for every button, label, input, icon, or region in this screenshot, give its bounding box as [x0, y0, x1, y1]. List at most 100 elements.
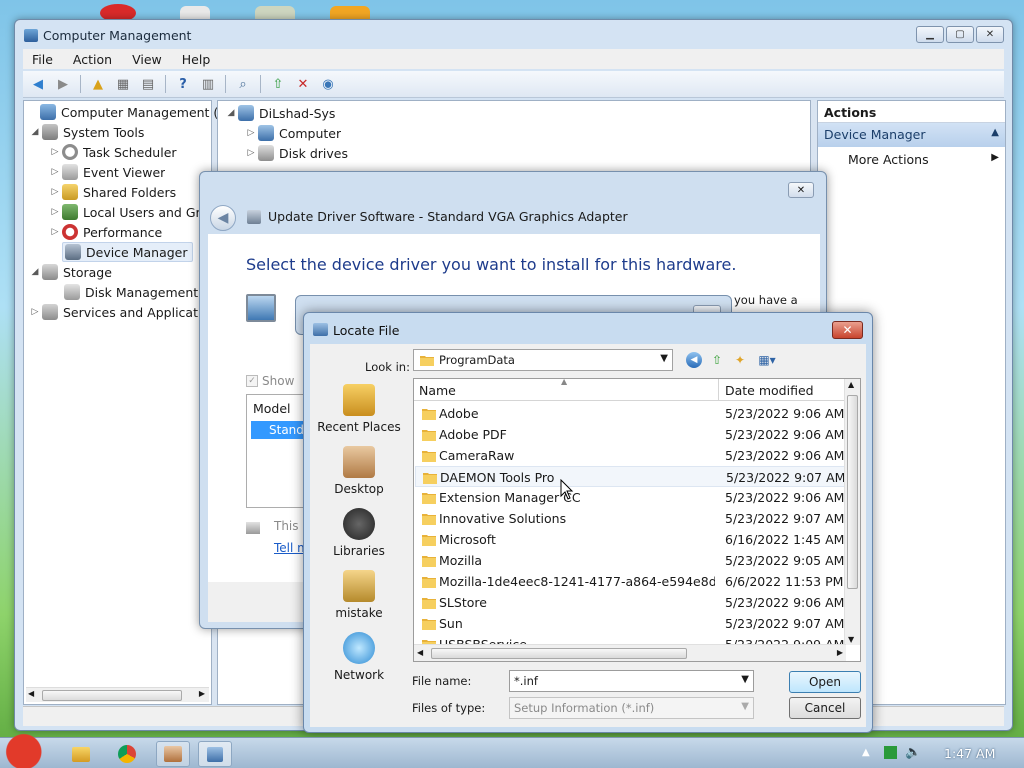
tree-item-task-scheduler[interactable]: ▷ Task Scheduler	[48, 142, 177, 162]
view-menu-icon[interactable]: ▦▾	[754, 351, 780, 369]
scroll-left-icon[interactable]: ◀	[417, 648, 423, 657]
column-header-name[interactable]: Name	[419, 383, 456, 398]
device-category-disk-drives[interactable]: ▷ Disk drives	[244, 143, 348, 163]
show-hidden-icons-icon[interactable]: ▲	[862, 747, 870, 758]
expand-arrow-icon[interactable]: ◢	[28, 127, 42, 137]
scroll-right-icon[interactable]: ▶	[199, 689, 205, 698]
network-status-icon[interactable]	[884, 746, 897, 759]
actions-section-device-manager[interactable]: Device Manager ▲	[818, 123, 1005, 147]
device-category-computer[interactable]: ▷ Computer	[244, 123, 341, 143]
tree-item-storage[interactable]: ◢ Storage	[28, 262, 112, 282]
scroll-left-icon[interactable]: ◀	[28, 689, 34, 698]
place-network[interactable]: Network	[310, 632, 408, 682]
close-button[interactable]: ✕	[832, 321, 863, 339]
up-folder-icon[interactable]: ⇧	[708, 351, 726, 369]
scroll-thumb[interactable]	[847, 395, 858, 589]
menu-help[interactable]: Help	[173, 52, 220, 67]
properties-icon[interactable]: ▤	[137, 73, 159, 95]
tree-item-shared-folders[interactable]: ▷ Shared Folders	[48, 182, 176, 202]
cancel-button[interactable]: Cancel	[789, 697, 861, 719]
tree-item-services[interactable]: ▷ Services and Application	[28, 302, 217, 322]
file-row[interactable]: CameraRaw 5/23/2022 9:06 AM	[415, 445, 845, 466]
more-actions-item[interactable]: More Actions ▶	[818, 147, 1005, 171]
scroll-right-icon[interactable]: ▶	[837, 648, 843, 657]
dropdown-arrow-icon[interactable]: ▼	[660, 353, 668, 364]
back-arrow-icon[interactable]: ◀	[210, 205, 236, 231]
file-list-horizontal-scrollbar[interactable]: ◀ ▶	[414, 644, 846, 661]
collapse-arrow-icon[interactable]: ▷	[48, 167, 62, 177]
file-row[interactable]: Adobe 5/23/2022 9:06 AM	[415, 403, 845, 424]
maximize-button[interactable]: ▢	[946, 26, 974, 43]
file-row[interactable]: Sun 5/23/2022 9:07 AM	[415, 613, 845, 634]
collapse-arrow-icon[interactable]: ▷	[244, 128, 258, 138]
expand-arrow-icon[interactable]: ◢	[224, 108, 238, 118]
tree-item-local-users[interactable]: ▷ Local Users and Gro	[48, 202, 208, 222]
collapse-arrow-icon[interactable]: ▷	[28, 307, 42, 317]
tree-item-system-tools[interactable]: ◢ System Tools	[28, 122, 144, 142]
help-icon[interactable]: ?	[172, 73, 194, 95]
scroll-thumb[interactable]	[431, 648, 687, 659]
uninstall-icon[interactable]: ✕	[292, 73, 314, 95]
back-icon[interactable]: ◀	[685, 351, 703, 369]
column-divider[interactable]	[718, 379, 719, 401]
file-row[interactable]: Adobe PDF 5/23/2022 9:06 AM	[415, 424, 845, 445]
title-bar[interactable]: Computer Management ▁ ▢ ✕	[15, 20, 1012, 48]
taskbar-computer-management-icon[interactable]	[198, 741, 232, 767]
file-row[interactable]: Mozilla-1de4eec8-1241-4177-a864-e594e8d1…	[415, 571, 845, 592]
model-item-selected[interactable]: Stand	[251, 421, 305, 439]
look-in-combobox[interactable]: ProgramData ▼	[413, 349, 673, 371]
expand-arrow-icon[interactable]: ◢	[28, 267, 42, 277]
scan-hardware-icon[interactable]: ⌕	[232, 73, 254, 95]
show-hide-tree-icon[interactable]: ▦	[112, 73, 134, 95]
up-folder-icon[interactable]: ▲	[87, 73, 109, 95]
menu-file[interactable]: File	[23, 52, 62, 67]
menu-view[interactable]: View	[123, 52, 171, 67]
taskbar-clock[interactable]: 1:47 AM	[944, 746, 995, 761]
file-row[interactable]: Extension Manager CC 5/23/2022 9:06 AM	[415, 487, 845, 508]
close-button[interactable]: ✕	[976, 26, 1004, 43]
place-desktop[interactable]: Desktop	[310, 446, 408, 496]
tree-horizontal-scrollbar[interactable]: ◀ ▶	[26, 687, 209, 702]
scroll-down-icon[interactable]: ▼	[848, 635, 854, 644]
file-row[interactable]: Innovative Solutions 5/23/2022 9:07 AM	[415, 508, 845, 529]
taskbar-chrome-icon[interactable]	[110, 741, 144, 767]
update-driver-icon[interactable]: ⇧	[267, 73, 289, 95]
tree-item-performance[interactable]: ▷ Performance	[48, 222, 162, 242]
back-arrow-icon[interactable]: ◀	[27, 73, 49, 95]
show-compatible-checkbox[interactable]: ✓	[246, 375, 258, 387]
file-name-input[interactable]: *.inf ▼	[509, 670, 754, 692]
column-header-date-modified[interactable]: Date modified	[725, 383, 814, 398]
file-row[interactable]: DAEMON Tools Pro 5/23/2022 9:07 AM	[415, 466, 845, 487]
file-type-combobox[interactable]: Setup Information (*.inf) ▼	[509, 697, 754, 719]
collapse-arrow-icon[interactable]: ▷	[48, 227, 62, 237]
tree-item-disk-management[interactable]: Disk Management	[62, 282, 198, 302]
model-list[interactable]: Model Stand	[246, 394, 306, 508]
collapse-arrow-icon[interactable]: ▷	[48, 207, 62, 217]
place-recent-places[interactable]: Recent Places	[310, 384, 408, 434]
collapse-up-icon[interactable]: ▲	[991, 127, 999, 138]
collapse-arrow-icon[interactable]: ▷	[244, 148, 258, 158]
scroll-up-icon[interactable]: ▲	[848, 380, 854, 389]
device-tree-root[interactable]: ◢ DiLshad-Sys	[224, 103, 335, 123]
collapse-arrow-icon[interactable]: ▷	[48, 147, 62, 157]
minimize-button[interactable]: ▁	[916, 26, 944, 43]
enable-device-icon[interactable]: ◉	[317, 73, 339, 95]
menu-action[interactable]: Action	[64, 52, 121, 67]
place-libraries[interactable]: Libraries	[310, 508, 408, 558]
new-folder-icon[interactable]: ✦	[731, 351, 749, 369]
start-button[interactable]	[4, 732, 48, 768]
open-button[interactable]: Open	[789, 671, 861, 693]
file-row[interactable]: SLStore 5/23/2022 9:06 AM	[415, 592, 845, 613]
tree-item-event-viewer[interactable]: ▷ Event Viewer	[48, 162, 165, 182]
tree-item-device-manager[interactable]: Device Manager	[62, 242, 193, 262]
dropdown-arrow-icon[interactable]: ▼	[741, 674, 749, 685]
place-user-mistake[interactable]: mistake	[310, 570, 408, 620]
forward-arrow-icon[interactable]: ▶	[52, 73, 74, 95]
action-pane-icon[interactable]: ▥	[197, 73, 219, 95]
taskbar-explorer-icon[interactable]	[64, 741, 98, 767]
file-row[interactable]: Mozilla 5/23/2022 9:05 AM	[415, 550, 845, 571]
file-list[interactable]: ▲ Name Date modified Adobe 5/23/2022 9:06…	[413, 378, 861, 662]
scroll-thumb[interactable]	[42, 690, 182, 701]
file-row[interactable]: Microsoft 6/16/2022 1:45 AM	[415, 529, 845, 550]
taskbar-app-icon[interactable]	[156, 741, 190, 767]
